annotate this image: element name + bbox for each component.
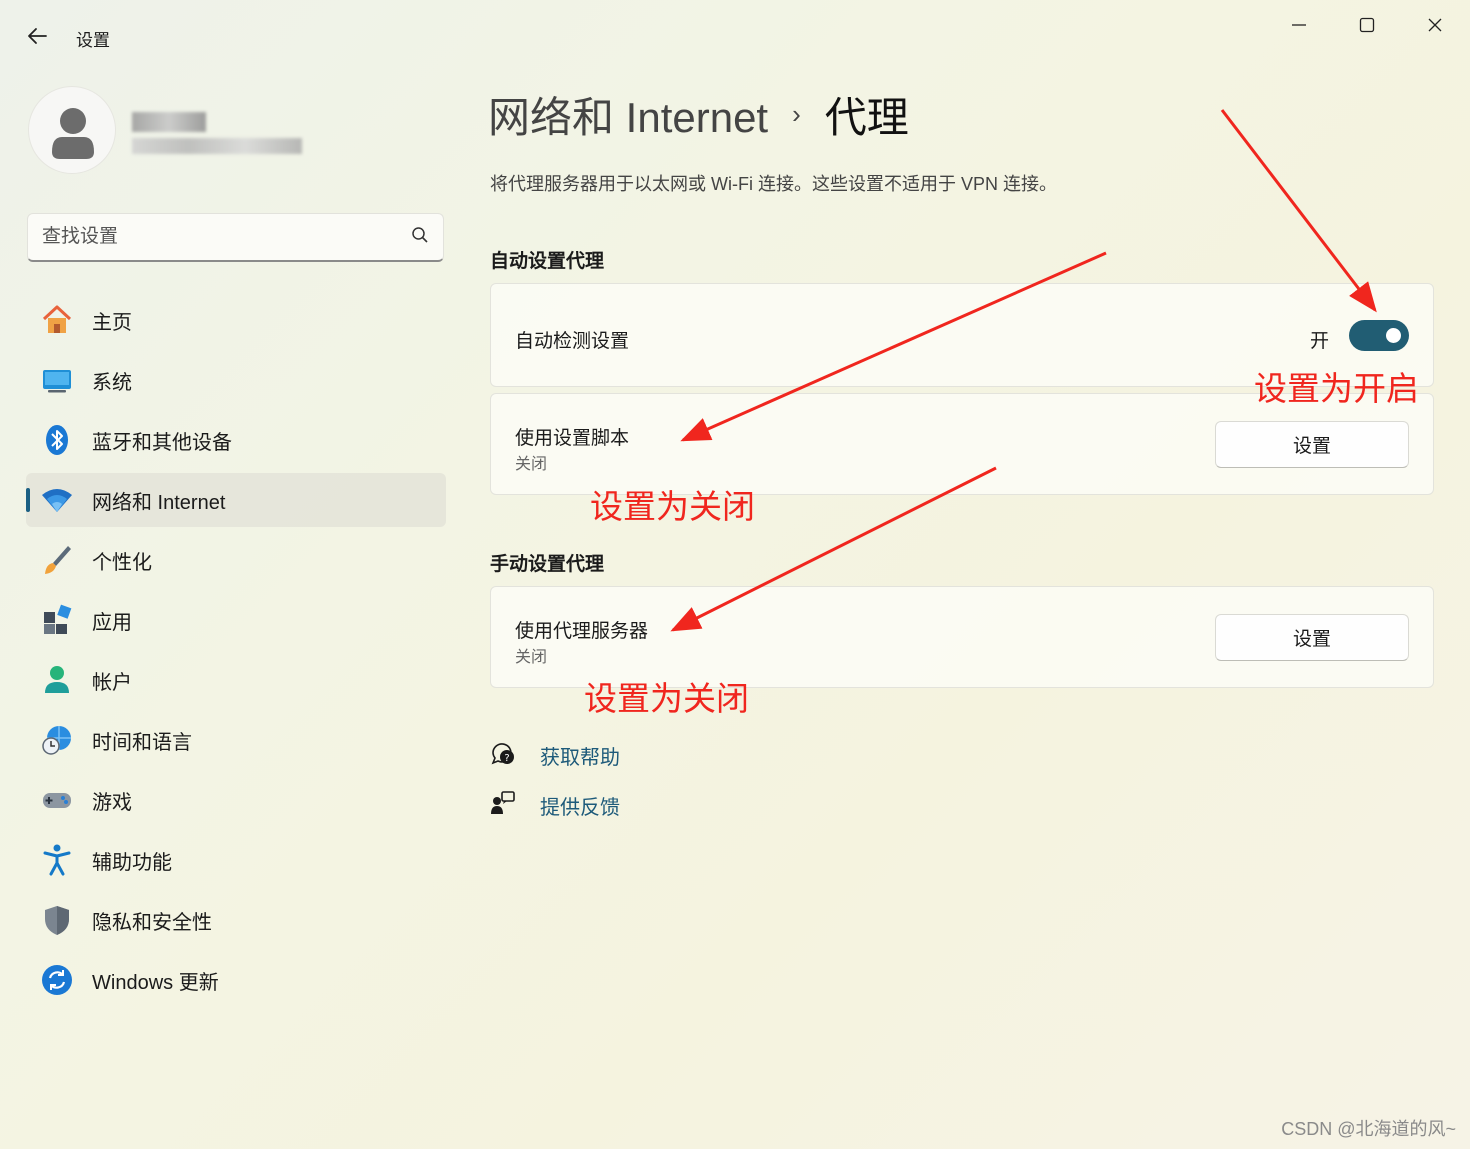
search-box[interactable] bbox=[27, 213, 444, 262]
auto-detect-toggle[interactable] bbox=[1349, 320, 1409, 351]
sidebar-item-label: 网络和 Internet bbox=[92, 491, 226, 514]
sidebar-item-label: 帐户 bbox=[92, 671, 132, 694]
breadcrumb-parent[interactable]: 网络和 Internet bbox=[488, 84, 768, 145]
blurred-username bbox=[132, 112, 206, 132]
annotation-turn-off-proxy: 设置为关闭 bbox=[584, 680, 749, 717]
back-arrow-icon[interactable] bbox=[22, 22, 52, 50]
sidebar-item-label: 时间和语言 bbox=[92, 731, 192, 754]
avatar bbox=[28, 86, 116, 174]
user-profile[interactable] bbox=[28, 86, 448, 178]
proxy-server-label: 使用代理服务器 bbox=[515, 621, 649, 642]
wifi-icon bbox=[40, 483, 74, 517]
sidebar-item-label: Windows 更新 bbox=[92, 971, 219, 994]
globe-clock-icon bbox=[40, 723, 74, 757]
sidebar-item-gaming[interactable]: 游戏 bbox=[26, 773, 446, 827]
sidebar-item-time-language[interactable]: 时间和语言 bbox=[26, 713, 446, 767]
page-description: 将代理服务器用于以太网或 Wi-Fi 连接。这些设置不适用于 VPN 连接。 bbox=[490, 174, 1057, 194]
sidebar-item-label: 个性化 bbox=[92, 551, 152, 574]
sidebar-item-label: 主页 bbox=[92, 311, 132, 334]
setup-script-label: 使用设置脚本 bbox=[515, 428, 630, 449]
setup-script-status: 关闭 bbox=[515, 456, 548, 473]
sidebar-nav: 主页 系统 蓝牙和其他设备 网络和 Internet 个性化 应用 帐户 时间和… bbox=[26, 293, 446, 1013]
sidebar-item-accounts[interactable]: 帐户 bbox=[26, 653, 446, 707]
page-title: 代理 bbox=[824, 94, 909, 141]
help-chat-icon: ? bbox=[490, 740, 516, 771]
section-title-manual: 手动设置代理 bbox=[490, 554, 605, 575]
title-bar: 设置 bbox=[0, 0, 1470, 70]
shield-icon bbox=[40, 903, 74, 937]
close-icon[interactable] bbox=[1412, 10, 1458, 40]
sidebar-item-label: 应用 bbox=[92, 611, 132, 634]
give-feedback-link[interactable]: 提供反馈 bbox=[490, 790, 620, 821]
sidebar-item-home[interactable]: 主页 bbox=[26, 293, 446, 347]
proxy-server-button[interactable]: 设置 bbox=[1215, 614, 1409, 661]
maximize-icon[interactable] bbox=[1344, 10, 1390, 40]
annotation-turn-on: 设置为开启 bbox=[1254, 370, 1419, 407]
sidebar-item-system[interactable]: 系统 bbox=[26, 353, 446, 407]
sidebar-item-personalization[interactable]: 个性化 bbox=[26, 533, 446, 587]
sidebar-item-accessibility[interactable]: 辅助功能 bbox=[26, 833, 446, 887]
monitor-icon bbox=[40, 363, 74, 397]
gamepad-icon bbox=[40, 783, 74, 817]
sidebar-item-label: 隐私和安全性 bbox=[92, 911, 212, 934]
section-title-auto: 自动设置代理 bbox=[490, 251, 605, 272]
chevron-right-icon: › bbox=[792, 99, 801, 129]
sidebar-item-privacy[interactable]: 隐私和安全性 bbox=[26, 893, 446, 947]
sidebar-item-label: 辅助功能 bbox=[92, 851, 172, 874]
breadcrumb: 网络和 Internet › 代理 bbox=[488, 84, 909, 145]
update-icon bbox=[40, 963, 74, 997]
auto-detect-label: 自动检测设置 bbox=[515, 331, 630, 352]
toggle-state-label: 开 bbox=[1309, 331, 1329, 352]
get-help-label[interactable]: 获取帮助 bbox=[540, 741, 620, 770]
annotation-arrow-toggle bbox=[1220, 109, 1377, 313]
proxy-server-status: 关闭 bbox=[515, 649, 548, 666]
search-icon[interactable] bbox=[411, 226, 429, 249]
search-input[interactable] bbox=[42, 226, 411, 248]
give-feedback-label[interactable]: 提供反馈 bbox=[540, 791, 620, 820]
setup-script-button[interactable]: 设置 bbox=[1215, 421, 1409, 468]
sidebar-item-bluetooth[interactable]: 蓝牙和其他设备 bbox=[26, 413, 446, 467]
sidebar-item-label: 系统 bbox=[92, 371, 132, 394]
sidebar-item-network[interactable]: 网络和 Internet bbox=[26, 473, 446, 527]
annotation-turn-off-script: 设置为关闭 bbox=[590, 488, 755, 525]
sidebar-item-label: 蓝牙和其他设备 bbox=[92, 431, 232, 454]
watermark: CSDN @北海道的风~ bbox=[1281, 1119, 1456, 1139]
svg-text:?: ? bbox=[504, 753, 509, 764]
minimize-icon[interactable] bbox=[1276, 10, 1322, 40]
brush-icon bbox=[40, 543, 74, 577]
feedback-icon bbox=[490, 790, 516, 821]
bluetooth-icon bbox=[40, 423, 74, 457]
sidebar-item-windows-update[interactable]: Windows 更新 bbox=[26, 953, 446, 1007]
app-title: 设置 bbox=[76, 31, 110, 50]
get-help-link[interactable]: ? 获取帮助 bbox=[490, 740, 620, 771]
home-icon bbox=[40, 303, 74, 337]
sidebar-item-apps[interactable]: 应用 bbox=[26, 593, 446, 647]
apps-icon bbox=[40, 603, 74, 637]
blurred-email bbox=[132, 138, 302, 154]
sidebar-item-label: 游戏 bbox=[92, 791, 132, 814]
accessibility-icon bbox=[40, 843, 74, 877]
person-icon bbox=[40, 663, 74, 697]
